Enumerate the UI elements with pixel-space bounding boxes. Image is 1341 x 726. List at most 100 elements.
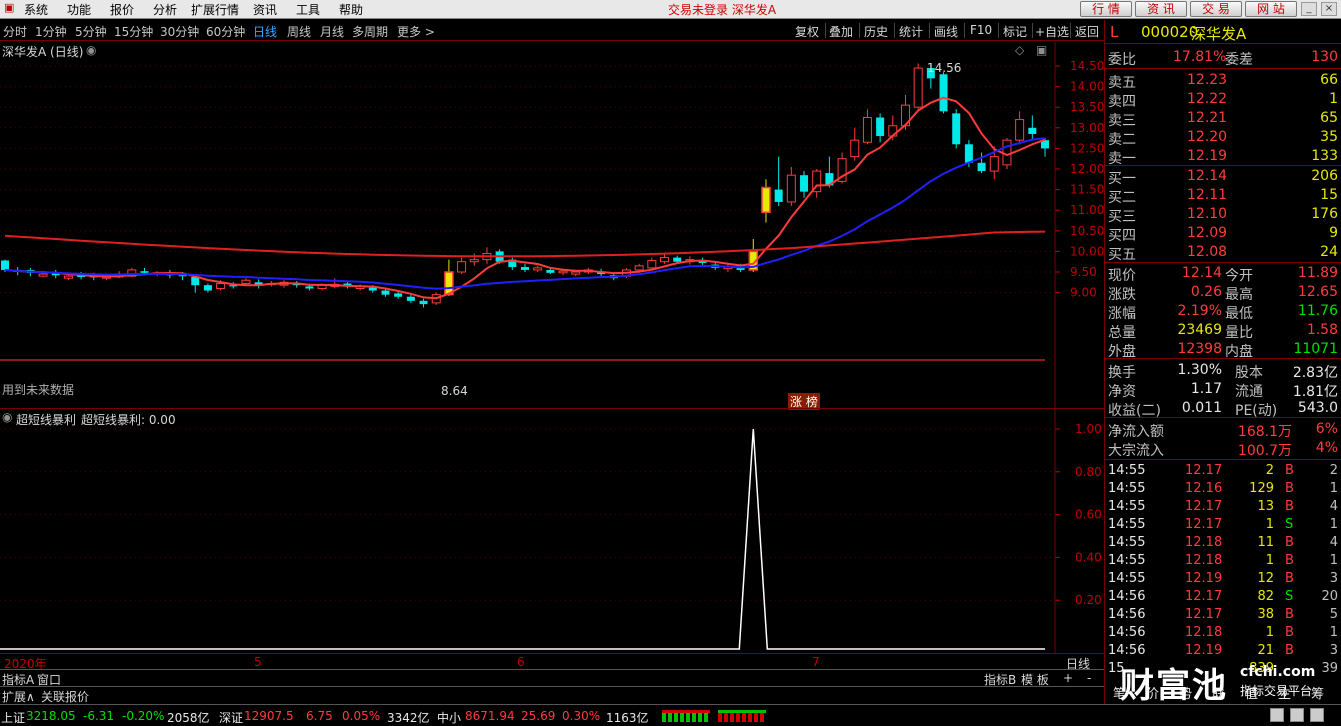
- tab-news[interactable]: 资 讯: [1135, 1, 1187, 17]
- tick-row[interactable]: 14:56 12.17 38 B 5: [1105, 606, 1341, 624]
- indicator-panel[interactable]: 1.00 0.80 0.60 0.40 0.20 ◉ 超短线暴利 超短线暴利: 0.00: [0, 408, 1104, 654]
- tick-row[interactable]: 14:55 12.17 2 B 2: [1105, 462, 1341, 480]
- sme-index-name[interactable]: 中小: [437, 709, 461, 726]
- menu-item-analysis[interactable]: 分析: [153, 1, 177, 18]
- sh-index-amount: 2058亿: [167, 711, 210, 725]
- market-breadth-bar: [662, 710, 710, 722]
- gear-icon[interactable]: [1310, 708, 1324, 722]
- sh-index-name[interactable]: 上证: [1, 709, 25, 726]
- candle-body: [939, 74, 948, 112]
- order-volume: 65: [1320, 110, 1338, 126]
- period-multi[interactable]: 多周期: [352, 23, 388, 40]
- tool-draw-line[interactable]: 画线: [934, 23, 958, 40]
- indicator-svg[interactable]: 1.00 0.80 0.60 0.40 0.20: [0, 409, 1104, 654]
- stat-value: 23469: [1177, 322, 1222, 338]
- sell-order-row[interactable]: 卖五 12.23 66: [1105, 71, 1341, 91]
- buy-order-row[interactable]: 买二 12.11 15: [1105, 186, 1341, 206]
- stat-label: 总量: [1108, 325, 1136, 341]
- kline-chart-svg[interactable]: 14.50 14.00 13.50 13.00 12.50 12.00 11.50 11.00…: [0, 42, 1104, 408]
- sz-index-name[interactable]: 深证: [219, 709, 243, 726]
- sell-order-row[interactable]: 卖二 12.20 35: [1105, 128, 1341, 148]
- sell-order-row[interactable]: 卖四 12.22 1: [1105, 90, 1341, 110]
- chart-expand-icon[interactable]: ▣: [1036, 43, 1047, 57]
- tick-count: 1: [1329, 625, 1338, 640]
- buy-order-row[interactable]: 买四 12.09 9: [1105, 224, 1341, 244]
- tick-row[interactable]: 14:56 12.18 1 B 1: [1105, 624, 1341, 642]
- buy-order-row[interactable]: 买三 12.10 176: [1105, 205, 1341, 225]
- chart-settings-icon[interactable]: ◇: [1015, 43, 1024, 57]
- period-1min[interactable]: 1分钟: [35, 23, 67, 40]
- tick-row[interactable]: 14:55 12.19 12 B 3: [1105, 570, 1341, 588]
- tool-back[interactable]: 返回: [1075, 23, 1099, 40]
- order-level-label: 卖五: [1108, 75, 1136, 91]
- lock-icon[interactable]: [1270, 708, 1284, 722]
- tool-add-watchlist[interactable]: +自选: [1035, 23, 1069, 40]
- period-intraday[interactable]: 分时: [3, 23, 27, 40]
- tab-extend[interactable]: 扩展∧: [2, 688, 35, 705]
- period-monthly[interactable]: 月线: [320, 23, 344, 40]
- tick-row[interactable]: 14:55 12.17 1 S 1: [1105, 516, 1341, 534]
- zoom-out-button[interactable]: -: [1087, 671, 1091, 685]
- tick-row[interactable]: 14:55 12.16 129 B 1: [1105, 480, 1341, 498]
- menu-item-extended-market[interactable]: 扩展行情: [191, 1, 239, 18]
- tab-website[interactable]: 网 站: [1245, 1, 1297, 17]
- order-level-label: 买一: [1108, 171, 1136, 187]
- tool-overlay[interactable]: 叠加: [829, 23, 853, 40]
- menu-item-function[interactable]: 功能: [67, 1, 91, 18]
- tick-side: B: [1285, 481, 1294, 496]
- tick-volume: 1: [1265, 625, 1274, 640]
- order-level-label: 买五: [1108, 247, 1136, 263]
- speaker-icon[interactable]: [1290, 708, 1304, 722]
- kline-chart-panel[interactable]: 14.50 14.00 13.50 13.00 12.50 12.00 11.50 11.00…: [0, 42, 1104, 410]
- high-price-label: 14.56: [927, 61, 962, 75]
- order-price: 12.19: [1187, 148, 1228, 164]
- tab-related-quote[interactable]: 关联报价: [41, 688, 89, 705]
- menu-item-news[interactable]: 资讯: [253, 1, 277, 18]
- sell-order-row[interactable]: 卖三 12.21 65: [1105, 109, 1341, 129]
- menu-item-help[interactable]: 帮助: [339, 1, 363, 18]
- period-more[interactable]: 更多 >: [397, 23, 435, 40]
- tool-adjust[interactable]: 复权: [795, 23, 819, 40]
- tick-row[interactable]: 14:55 12.18 11 B 4: [1105, 534, 1341, 552]
- stat-label: 收益(二): [1108, 403, 1161, 419]
- tick-row[interactable]: 14:56 12.17 82 S 20: [1105, 588, 1341, 606]
- tool-f10[interactable]: F10: [970, 23, 992, 37]
- zoom-in-button[interactable]: +: [1063, 671, 1073, 685]
- app-icon[interactable]: ▣: [4, 1, 14, 14]
- candle-body: [761, 186, 771, 214]
- flow-pct: 6%: [1315, 421, 1338, 437]
- period-60min[interactable]: 60分钟: [206, 23, 245, 40]
- tool-history[interactable]: 历史: [864, 23, 888, 40]
- period-daily[interactable]: 日线: [253, 23, 277, 40]
- close-icon[interactable]: ×: [1321, 2, 1337, 16]
- toolbar-divider: [929, 23, 930, 38]
- tab-market[interactable]: 行 情: [1080, 1, 1132, 17]
- minimize-icon[interactable]: _: [1301, 2, 1317, 16]
- fundamental-row: 净资 1.17 流通 1.81亿: [1105, 380, 1341, 400]
- menu-item-tools[interactable]: 工具: [296, 1, 320, 18]
- indicator-dropdown-icon[interactable]: ◉: [2, 410, 12, 424]
- period-weekly[interactable]: 周线: [287, 23, 311, 40]
- period-30min[interactable]: 30分钟: [160, 23, 199, 40]
- tick-time: 14:56: [1108, 589, 1146, 604]
- candle-body: [660, 257, 670, 263]
- tick-row[interactable]: 14:55 12.17 13 B 4: [1105, 498, 1341, 516]
- buy-order-row[interactable]: 买五 12.08 24: [1105, 243, 1341, 263]
- buy-order-row[interactable]: 买一 12.14 206: [1105, 167, 1341, 187]
- chart-dropdown-icon[interactable]: ◉: [86, 43, 96, 57]
- stat-value: 1.30%: [1177, 362, 1222, 378]
- tab-trade[interactable]: 交 易: [1190, 1, 1242, 17]
- order-diff-value: 130: [1311, 49, 1338, 65]
- period-5min[interactable]: 5分钟: [75, 23, 107, 40]
- tick-row[interactable]: 14:55 12.18 1 B 1: [1105, 552, 1341, 570]
- period-15min[interactable]: 15分钟: [114, 23, 153, 40]
- menu-item-system[interactable]: 系统: [24, 1, 48, 18]
- order-price: 12.08: [1187, 244, 1228, 260]
- order-volume: 35: [1320, 129, 1338, 145]
- tool-statistics[interactable]: 统计: [899, 23, 923, 40]
- candle-body: [634, 265, 644, 271]
- candle-body: [964, 144, 973, 163]
- sell-order-row[interactable]: 卖一 12.19 133: [1105, 147, 1341, 167]
- tool-mark[interactable]: 标记: [1003, 23, 1027, 40]
- menu-item-quote[interactable]: 报价: [110, 1, 134, 18]
